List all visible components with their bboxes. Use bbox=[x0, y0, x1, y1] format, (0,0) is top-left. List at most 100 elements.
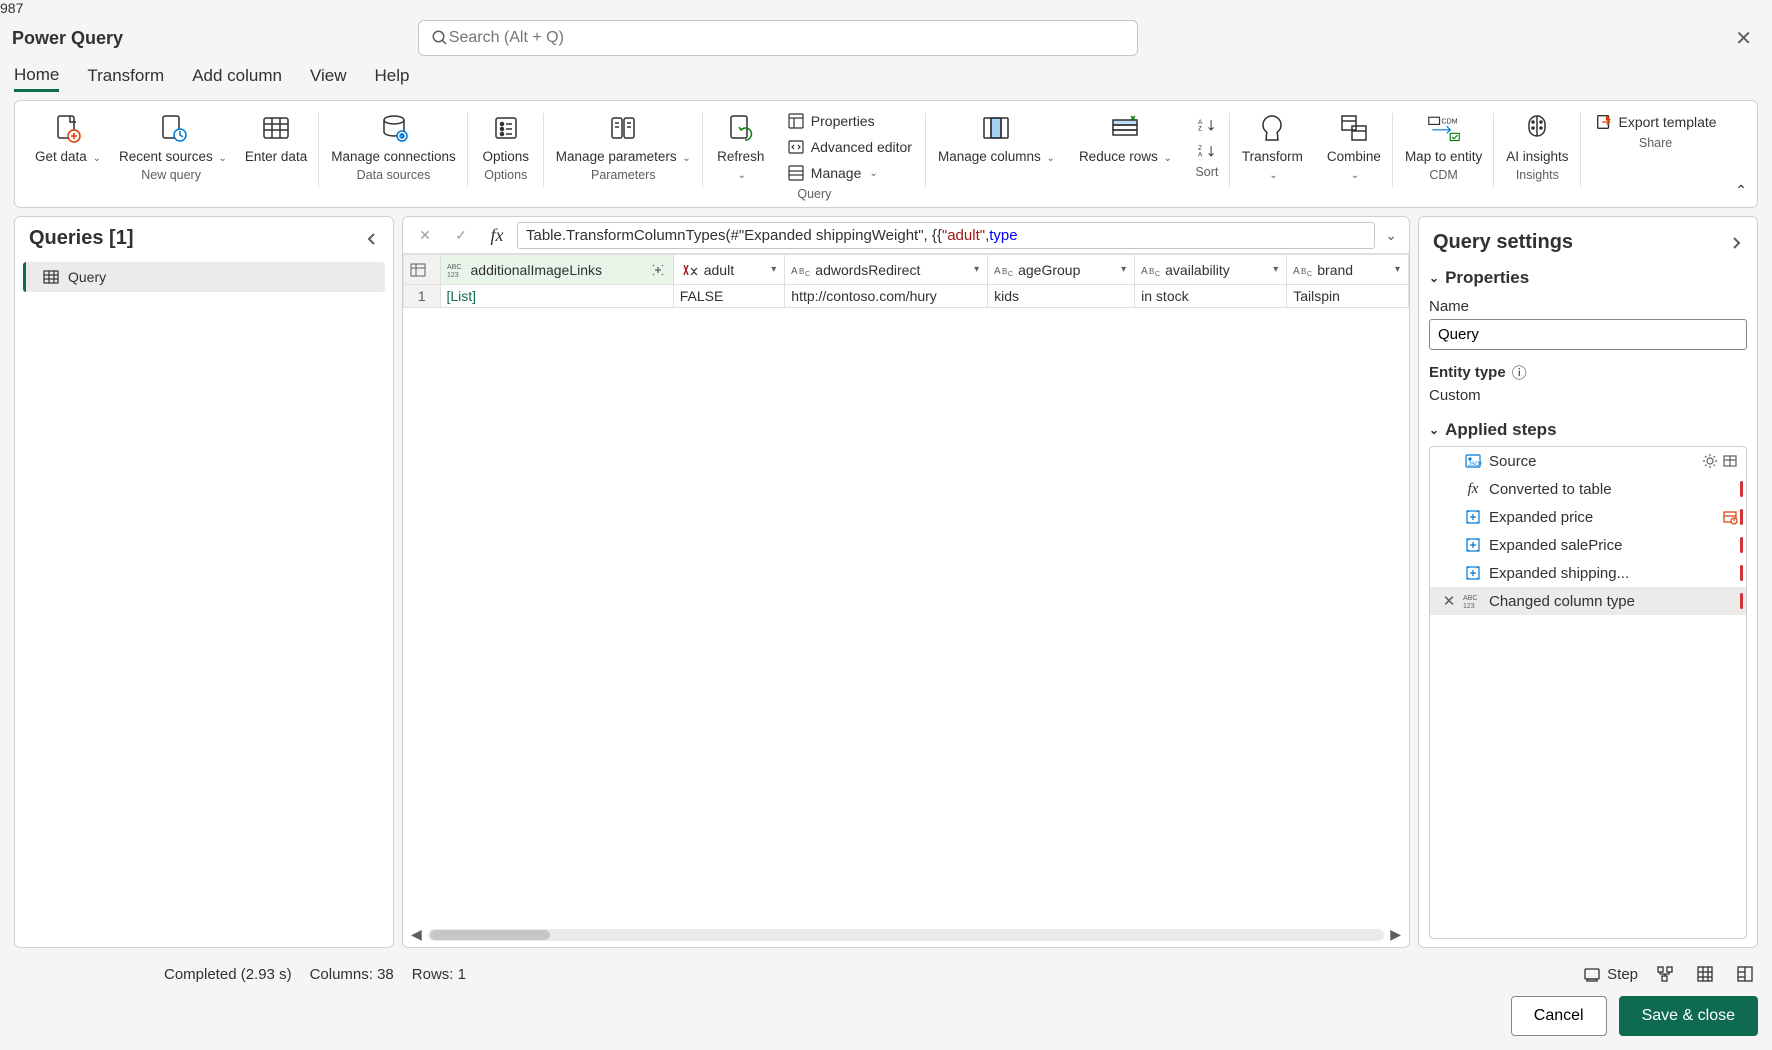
filter-button[interactable]: ▾ bbox=[769, 264, 778, 275]
formula-expand-button[interactable]: ⌄ bbox=[1379, 227, 1403, 244]
properties-section-toggle[interactable]: ⌄Properties bbox=[1429, 260, 1747, 294]
options-icon bbox=[489, 111, 523, 145]
export-template-button[interactable]: Export template bbox=[1589, 107, 1723, 134]
filter-button[interactable]: ▾ bbox=[1393, 264, 1402, 275]
get-data-button[interactable]: Get data ⌄ bbox=[31, 107, 105, 166]
cell[interactable]: FALSE bbox=[673, 285, 785, 308]
formula-bar[interactable]: Table.TransformColumnTypes(#"Expanded sh… bbox=[517, 222, 1375, 249]
options-button[interactable]: Options bbox=[476, 107, 536, 166]
diagram-view-button[interactable] bbox=[1652, 962, 1678, 986]
step-warn-icon[interactable] bbox=[1722, 509, 1738, 525]
scroll-thumb[interactable] bbox=[430, 930, 550, 940]
svg-text:C: C bbox=[1307, 271, 1312, 278]
table-row[interactable]: 1 [List] FALSE http://contoso.com/hury k… bbox=[404, 285, 1409, 308]
status-bar: Completed (2.93 s) Columns: 38 Rows: 1 S… bbox=[0, 956, 1772, 996]
tab-view[interactable]: View bbox=[310, 66, 347, 90]
cancel-button[interactable]: Cancel bbox=[1511, 996, 1607, 1036]
scroll-right-button[interactable]: ▶ bbox=[1390, 926, 1401, 943]
step-item[interactable]: fx Converted to table bbox=[1430, 475, 1746, 503]
filter-button[interactable]: ▾ bbox=[972, 264, 981, 275]
ai-insights-button[interactable]: AI insights bbox=[1502, 107, 1572, 166]
step-item[interactable]: ✕ ABC123 Changed column type bbox=[1430, 587, 1746, 615]
applied-steps-section-toggle[interactable]: ⌄Applied steps bbox=[1429, 412, 1747, 446]
svg-text:JSON: JSON bbox=[1468, 462, 1482, 468]
query-item[interactable]: Query bbox=[23, 262, 385, 292]
cell-list-link[interactable]: [List] bbox=[447, 288, 477, 304]
reduce-rows-button[interactable]: Reduce rows ⌄ bbox=[1075, 107, 1176, 166]
cell[interactable]: kids bbox=[988, 285, 1135, 308]
step-item[interactable]: JSON Source bbox=[1430, 447, 1746, 475]
svg-text:B: B bbox=[799, 267, 804, 276]
cell[interactable]: in stock bbox=[1135, 285, 1287, 308]
horizontal-scrollbar[interactable]: ◀ ▶ bbox=[403, 922, 1409, 947]
export-template-icon bbox=[1595, 113, 1613, 131]
formula-commit-button[interactable]: ✓ bbox=[445, 221, 477, 249]
manage-query-button[interactable]: Manage ⌄ bbox=[781, 161, 918, 185]
delete-step-button[interactable]: ✕ bbox=[1441, 592, 1457, 610]
info-icon[interactable]: ⓘ bbox=[1512, 362, 1527, 383]
svg-text:A: A bbox=[791, 266, 798, 277]
sort-asc-icon: AZ bbox=[1198, 116, 1216, 134]
svg-text:A: A bbox=[1198, 152, 1203, 159]
step-view-button[interactable]: Step bbox=[1583, 965, 1638, 983]
settings-expand-button[interactable] bbox=[1729, 236, 1743, 250]
save-close-button[interactable]: Save & close bbox=[1619, 996, 1758, 1036]
group-sort: Sort bbox=[1192, 165, 1222, 183]
applied-steps-list: JSON Source fx Converted to table Expand… bbox=[1429, 446, 1747, 939]
expand-column-button[interactable] bbox=[649, 263, 667, 277]
properties-button[interactable]: Properties bbox=[781, 109, 918, 133]
svg-text:Z: Z bbox=[1198, 126, 1202, 133]
manage-connections-button[interactable]: Manage connections bbox=[327, 107, 460, 166]
svg-text:B: B bbox=[1149, 267, 1154, 276]
data-grid[interactable]: ABC123 additionalImageLinks adult ▾ bbox=[403, 254, 1409, 308]
col-header[interactable]: ABC ageGroup ▾ bbox=[988, 255, 1135, 285]
map-to-entity-button[interactable]: CDM Map to entity bbox=[1401, 107, 1486, 166]
step-item[interactable]: Expanded salePrice bbox=[1430, 531, 1746, 559]
query-name-input[interactable] bbox=[1429, 319, 1747, 350]
step-item[interactable]: Expanded shipping... bbox=[1430, 559, 1746, 587]
manage-parameters-button[interactable]: Manage parameters ⌄ bbox=[552, 107, 695, 166]
combine-button[interactable]: Combine⌄ bbox=[1323, 107, 1385, 183]
formula-cancel-button[interactable]: ✕ bbox=[409, 221, 441, 249]
search-icon bbox=[431, 29, 449, 47]
recent-sources-button[interactable]: Recent sources ⌄ bbox=[115, 107, 231, 166]
cell[interactable]: Tailspin bbox=[1287, 285, 1409, 308]
advanced-editor-button[interactable]: Advanced editor bbox=[781, 135, 918, 159]
manage-connections-icon bbox=[377, 111, 411, 145]
svg-text:A: A bbox=[1141, 266, 1148, 277]
close-button[interactable]: ✕ bbox=[1727, 22, 1760, 55]
search-box[interactable] bbox=[418, 20, 1138, 56]
transform-button[interactable]: Transform⌄ bbox=[1238, 107, 1307, 183]
step-gear-button[interactable] bbox=[1702, 453, 1718, 469]
manage-columns-button[interactable]: Manage columns ⌄ bbox=[934, 107, 1059, 166]
cell[interactable]: http://contoso.com/hury bbox=[785, 285, 988, 308]
step-table-button[interactable] bbox=[1722, 453, 1738, 469]
col-header[interactable]: ABC123 additionalImageLinks bbox=[440, 255, 673, 285]
tab-add-column[interactable]: Add column bbox=[192, 66, 282, 90]
col-header[interactable]: ABC adwordsRedirect ▾ bbox=[785, 255, 988, 285]
expand-icon bbox=[1463, 536, 1483, 554]
svg-text:123: 123 bbox=[447, 272, 459, 278]
grid-view-button[interactable] bbox=[1692, 962, 1718, 986]
refresh-button[interactable]: Refresh⌄ bbox=[711, 107, 771, 185]
step-item[interactable]: Expanded price bbox=[1430, 503, 1746, 531]
enter-data-button[interactable]: Enter data bbox=[241, 107, 311, 166]
filter-button[interactable]: ▾ bbox=[1119, 264, 1128, 275]
tab-help[interactable]: Help bbox=[375, 66, 410, 90]
sort-asc-button[interactable]: AZ bbox=[1192, 113, 1222, 137]
search-input[interactable] bbox=[449, 29, 1125, 47]
ribbon-collapse-button[interactable]: ⌃ bbox=[1735, 182, 1747, 199]
type-any-icon: ABC123 bbox=[447, 261, 467, 279]
formula-fx-button[interactable]: fx bbox=[481, 221, 513, 249]
col-header[interactable]: adult ▾ bbox=[673, 255, 785, 285]
col-header[interactable]: ABC brand ▾ bbox=[1287, 255, 1409, 285]
sort-desc-button[interactable]: ZA bbox=[1192, 139, 1222, 163]
scroll-left-button[interactable]: ◀ bbox=[411, 926, 422, 943]
queries-collapse-button[interactable] bbox=[365, 232, 379, 246]
tab-home[interactable]: Home bbox=[14, 65, 59, 92]
tab-transform[interactable]: Transform bbox=[87, 66, 164, 90]
grid-corner[interactable] bbox=[404, 255, 441, 285]
filter-button[interactable]: ▾ bbox=[1271, 264, 1280, 275]
split-view-button[interactable] bbox=[1732, 962, 1758, 986]
col-header[interactable]: ABC availability ▾ bbox=[1135, 255, 1287, 285]
